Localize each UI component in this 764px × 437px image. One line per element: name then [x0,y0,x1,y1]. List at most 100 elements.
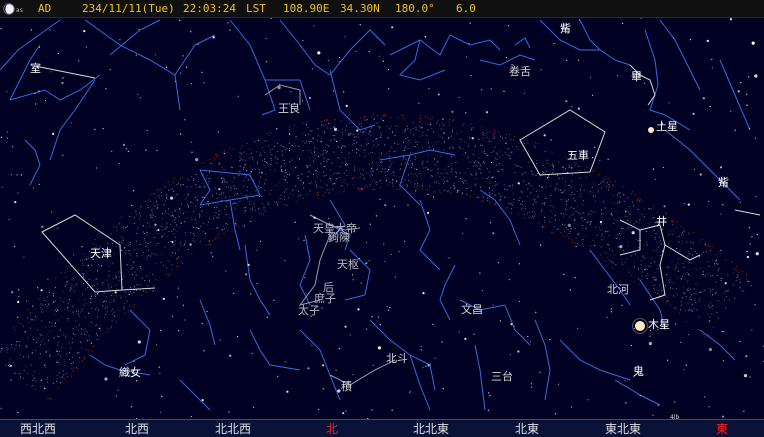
milky-way-dot [470,123,472,125]
milky-way-dot [637,230,639,231]
milky-way-dot [584,168,586,170]
milky-way-dot [194,218,196,220]
milky-way-dot [228,186,229,188]
milky-way-dot [471,127,473,129]
milky-way-dot [687,255,689,257]
milky-way-dot [341,162,343,164]
milky-way-dot [413,173,415,175]
planet-jupiter-marker[interactable] [635,321,645,331]
milky-way-dot [429,185,431,187]
milky-way-dot [480,172,482,174]
star [276,128,278,130]
star [177,287,179,289]
milky-way-dot [689,296,691,298]
milky-way-dot [81,328,83,330]
milky-way-dot [475,160,477,162]
milky-way-dot [186,217,188,219]
milky-way-dot [607,231,609,233]
milky-way-dot [356,142,358,144]
milky-way-dot [174,196,176,198]
milky-way-dot [303,187,305,189]
milky-way-dot [270,164,272,166]
milky-way-dot [76,283,78,285]
milky-way-dot [223,169,225,171]
milky-way-dot [348,152,350,154]
milky-way-dot [45,326,47,328]
milky-way-dot [9,358,11,360]
milky-way-dot [683,229,685,231]
milky-way-dot [46,305,48,307]
milky-way-dot [326,184,328,186]
milky-way-dot [394,134,396,136]
milky-way-dot [96,293,98,295]
milky-way-dot [312,160,314,162]
milky-way-dot [142,231,144,233]
milky-way-dot [128,253,130,255]
milky-way-dot [19,354,21,356]
milky-way-dot [95,295,97,297]
milky-way-dot [450,171,452,173]
star [62,154,64,156]
milky-way-dot [265,173,267,175]
milky-way-dot [400,163,402,165]
milky-way-dot [95,308,97,310]
planet-saturn-marker[interactable] [648,127,654,133]
milky-way-dot [298,155,300,157]
milky-way-dot [317,192,318,194]
milky-way-dot [249,200,251,202]
milky-way-dot [385,175,387,177]
milky-way-dot [601,235,603,237]
milky-way-dot [6,346,8,348]
star [206,310,208,313]
milky-way-dot [592,170,593,172]
milky-way-dot [167,181,169,183]
milky-way-dot [710,306,712,308]
milky-way-dot [519,142,521,144]
milky-way-dot [9,366,11,368]
milky-way-dot [66,376,68,378]
milky-way-dot [499,140,501,142]
milky-way-dot [164,211,166,213]
milky-way-dot [612,183,614,185]
star [17,192,19,194]
milky-way-dot [215,173,217,175]
milky-way-dot [380,152,382,154]
milky-way-dot [566,234,568,236]
milky-way-dot [149,225,151,227]
milky-way-dot [376,115,378,117]
milky-way-dot [187,204,189,206]
milky-way-dot [345,164,346,165]
star-chart[interactable]: 木星 土星 室 觜 卷舌 畢 王良 五車 觜 井 天津 天皇大帝 鉤陳 天枢 后… [0,18,764,419]
milky-way-dot [638,277,640,279]
milky-way-dot [108,265,110,267]
milky-way-dot [317,167,319,169]
milky-way-dot [51,322,53,324]
milky-way-dot [582,239,584,241]
star [34,92,36,94]
milky-way-dot [587,221,589,223]
milky-way-dot [631,193,632,195]
milky-way-dot [413,134,415,136]
moon-phase-icon[interactable] [3,3,15,15]
milky-way-dot [308,182,310,184]
milky-way-dot [486,155,487,156]
star [581,217,583,219]
milky-way-dot [261,196,263,198]
milky-way-dot [575,243,577,245]
milky-way-dot [415,173,417,175]
milky-way-dot [269,131,270,133]
milky-way-dot [126,225,128,227]
milky-way-dot [653,250,655,251]
milky-way-dot [301,173,303,175]
milky-way-dot [283,199,285,200]
milky-way-dot [382,115,384,117]
milky-way-dot [633,266,635,268]
milky-way-dot [59,382,61,384]
milky-way-dot [460,148,462,150]
milky-way-dot [85,258,87,260]
milky-way-dot [737,274,738,276]
milky-way-dot [177,193,179,195]
star [294,221,296,223]
star [14,245,16,247]
milky-way-dot [637,268,639,270]
